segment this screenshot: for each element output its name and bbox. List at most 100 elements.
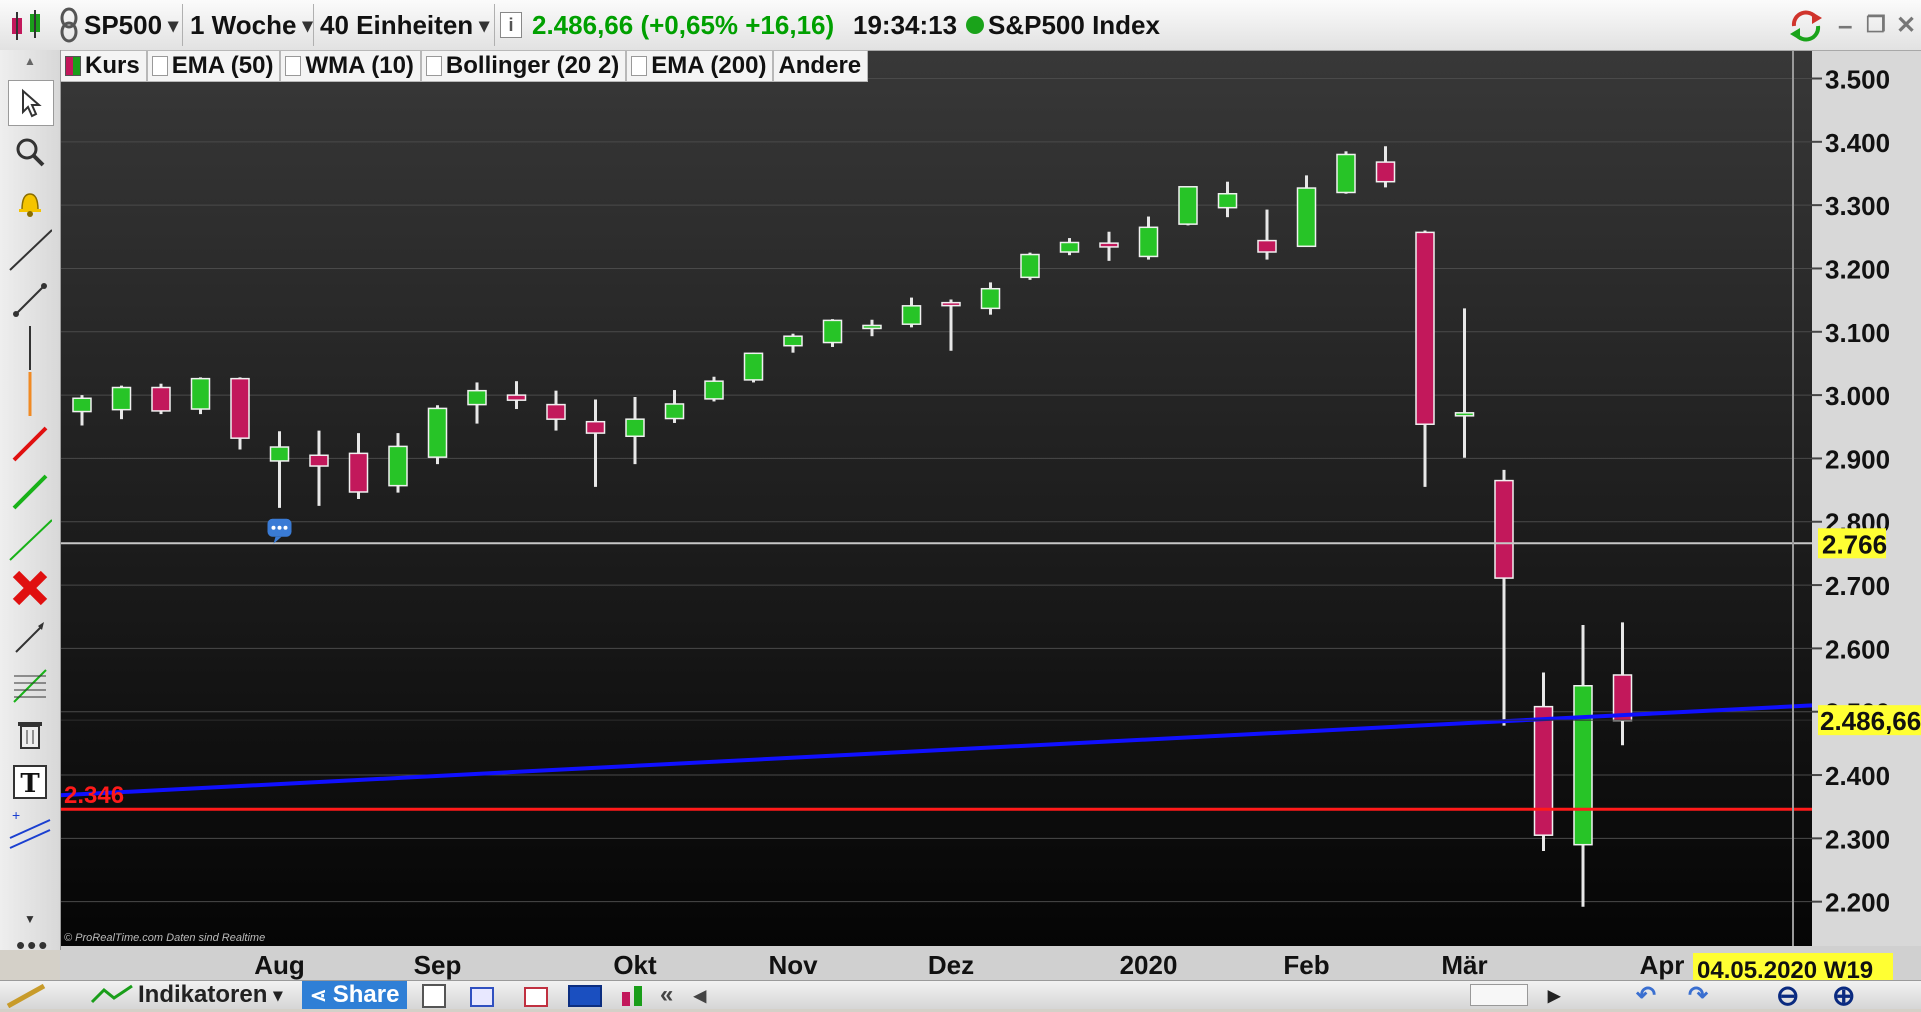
horizontal-scrollbar[interactable] bbox=[720, 981, 1540, 1009]
indicator-kurs-checkbox[interactable] bbox=[65, 56, 81, 76]
candle-body bbox=[1020, 253, 1040, 279]
candle[interactable] bbox=[704, 376, 724, 402]
indicator-wma10-checkbox[interactable] bbox=[285, 56, 302, 76]
arrow-line-icon[interactable] bbox=[8, 616, 52, 660]
scroll-down-icon[interactable]: ▼ bbox=[24, 912, 36, 926]
y-tick-label: 3.500 bbox=[1825, 64, 1890, 94]
candle-body bbox=[704, 380, 724, 400]
candle[interactable] bbox=[1020, 252, 1040, 280]
zoom-in-icon[interactable]: ⊕ bbox=[1832, 980, 1855, 1011]
link-chain-icon[interactable] bbox=[58, 6, 80, 44]
svg-text:T: T bbox=[20, 769, 40, 799]
price-axis[interactable] bbox=[1812, 50, 1921, 950]
green-ray-icon[interactable] bbox=[8, 518, 52, 562]
resistance-level-label: 2.766 bbox=[1822, 529, 1887, 559]
channel-icon[interactable]: + bbox=[8, 806, 52, 850]
candle-body bbox=[72, 397, 92, 413]
y-tick-label: 3.100 bbox=[1825, 318, 1890, 348]
collapse-icon[interactable]: « bbox=[660, 981, 673, 1009]
x-tick-label: Aug bbox=[254, 950, 305, 980]
candle-body bbox=[585, 420, 606, 434]
bottom-toolbar: Indikatoren ▾ ⋖ Share « ◂ ▸ ↶ ↷ ⊖ ⊕ bbox=[0, 980, 1921, 1011]
text-icon[interactable]: T bbox=[8, 760, 52, 804]
interval-selector[interactable]: 1 Woche bbox=[190, 6, 312, 44]
indicator-ema200[interactable]: EMA (200) bbox=[626, 50, 774, 82]
redo-icon[interactable]: ↷ bbox=[1688, 981, 1708, 1009]
indicator-bollinger-checkbox[interactable] bbox=[425, 56, 442, 76]
clock-time: 19:34:13 bbox=[853, 9, 958, 40]
scroll-up-icon[interactable]: ▲ bbox=[24, 54, 36, 68]
monitor-icon[interactable] bbox=[566, 981, 606, 1009]
candle-body bbox=[190, 377, 211, 410]
candle-body bbox=[546, 403, 566, 420]
price-chart[interactable]: 3.5003.4003.3003.2003.1003.0002.9002.800… bbox=[0, 0, 1921, 1008]
restore-icon[interactable]: ❐ bbox=[1866, 6, 1886, 44]
symbol-selector[interactable]: SP500 bbox=[84, 6, 178, 44]
more-icon[interactable]: ••• bbox=[16, 930, 49, 961]
x-tick-label: Mär bbox=[1441, 950, 1487, 980]
refresh-icon[interactable] bbox=[1786, 6, 1826, 44]
vertical-line-icon[interactable] bbox=[8, 326, 52, 370]
fibonacci-icon[interactable] bbox=[8, 664, 52, 708]
copyright-text: © ProRealTime.com Daten sind Realtime bbox=[64, 932, 265, 944]
units-label: 40 Einheiten bbox=[320, 9, 474, 40]
alert-bell-icon[interactable] bbox=[8, 180, 52, 224]
candle[interactable] bbox=[427, 405, 448, 465]
indicators-icon bbox=[90, 984, 133, 1004]
last-price-label: 2.486,66 bbox=[1820, 706, 1921, 736]
candlestick-type-icon[interactable] bbox=[8, 6, 54, 44]
candle[interactable] bbox=[151, 383, 171, 415]
add-chart-icon[interactable] bbox=[618, 981, 652, 1009]
candle[interactable] bbox=[822, 319, 843, 347]
info-icon[interactable]: i bbox=[500, 6, 522, 44]
candle-body bbox=[506, 394, 527, 401]
candle-body bbox=[309, 454, 329, 467]
candle-body bbox=[1217, 192, 1238, 209]
share-button[interactable]: ⋖ Share bbox=[302, 981, 408, 1009]
zoom-out-icon[interactable]: ⊖ bbox=[1776, 980, 1799, 1011]
indicator-kurs[interactable]: Kurs bbox=[60, 50, 147, 82]
indicator-andere[interactable]: Andere bbox=[773, 50, 869, 82]
candle-body bbox=[743, 352, 764, 381]
close-icon[interactable]: ✕ bbox=[1896, 6, 1916, 44]
minimize-icon[interactable]: – bbox=[1838, 6, 1852, 44]
candle[interactable] bbox=[1336, 151, 1356, 194]
indicator-wma10[interactable]: WMA (10) bbox=[280, 50, 421, 82]
pencil-icon[interactable] bbox=[4, 981, 54, 1009]
indicator-ema50[interactable]: EMA (50) bbox=[146, 50, 281, 82]
x-tick-label: Okt bbox=[613, 950, 657, 980]
layout-icon[interactable] bbox=[420, 981, 450, 1009]
zoom-icon[interactable] bbox=[8, 130, 52, 174]
trash-icon[interactable] bbox=[8, 712, 52, 756]
x-tick-label: 2020 bbox=[1120, 950, 1178, 980]
trendline-icon[interactable] bbox=[8, 228, 52, 272]
candle[interactable] bbox=[190, 377, 211, 415]
indicator-ema50-checkbox[interactable] bbox=[151, 56, 168, 76]
indicator-bollinger[interactable]: Bollinger (20 2) bbox=[420, 50, 627, 82]
candle-body bbox=[427, 407, 448, 458]
indicator-ema200-checkbox[interactable] bbox=[631, 56, 648, 76]
orange-vertical-line-icon[interactable] bbox=[8, 372, 52, 416]
red-line-icon[interactable] bbox=[8, 422, 52, 466]
print-icon[interactable] bbox=[468, 981, 498, 1009]
export-icon[interactable] bbox=[522, 981, 552, 1009]
candle[interactable] bbox=[230, 377, 250, 450]
last-price: 2.486,66 (+0,65% +16,16) bbox=[532, 9, 835, 40]
candle-body bbox=[783, 335, 803, 347]
cursor-icon[interactable] bbox=[8, 80, 54, 126]
undo-icon[interactable]: ↶ bbox=[1636, 981, 1656, 1009]
units-selector[interactable]: 40 Einheiten bbox=[320, 6, 489, 44]
candle[interactable] bbox=[1178, 186, 1198, 226]
scroll-right-icon[interactable]: ▸ bbox=[1548, 981, 1560, 1009]
y-tick-label: 3.000 bbox=[1825, 381, 1890, 411]
green-line-icon[interactable] bbox=[8, 470, 52, 514]
candle-body bbox=[269, 446, 290, 462]
indicator-bar: Kurs EMA (50) WMA (10) Bollinger (20 2) … bbox=[60, 50, 869, 82]
scroll-left-icon[interactable]: ◂ bbox=[694, 981, 706, 1009]
indicators-menu[interactable]: Indikatoren ▾ bbox=[90, 981, 282, 1009]
candle[interactable] bbox=[743, 352, 764, 383]
delete-icon[interactable] bbox=[8, 566, 52, 610]
x-tick-label: Feb bbox=[1283, 950, 1329, 980]
segment-icon[interactable] bbox=[8, 278, 52, 322]
y-tick-label: 2.900 bbox=[1825, 444, 1890, 474]
